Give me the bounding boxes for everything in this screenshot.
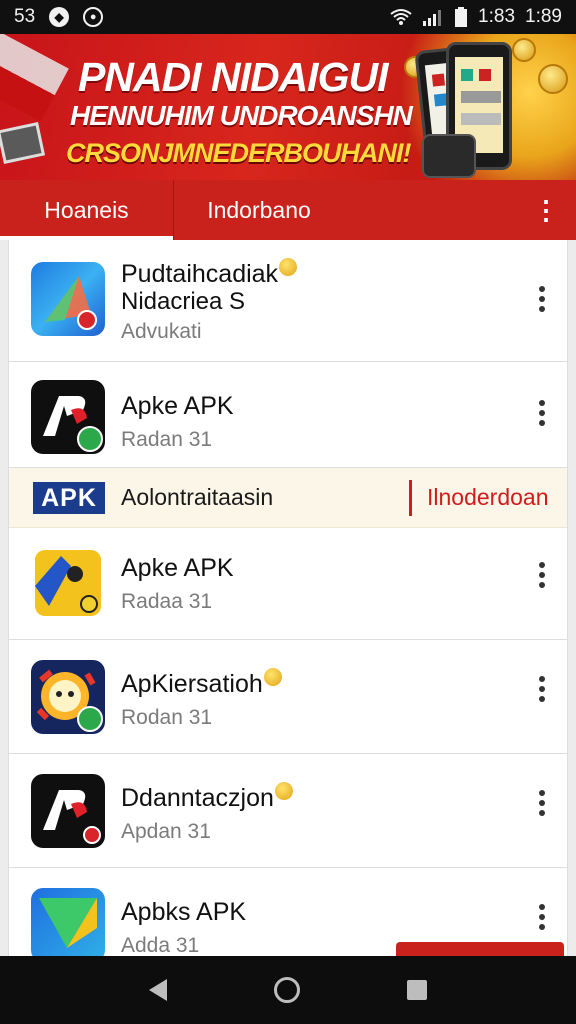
- app-subtitle: Radan 31: [121, 428, 213, 451]
- navigation-bar: [0, 956, 576, 1024]
- more-options-icon[interactable]: [535, 562, 549, 588]
- promo-cta-link[interactable]: Ilnoderdoan: [427, 484, 549, 511]
- promo-row[interactable]: APK Aolontraitaasin Ilnoderdoan: [9, 468, 567, 528]
- tab-indorbano[interactable]: Indorbano: [174, 180, 344, 240]
- emoji-icon: [274, 782, 293, 800]
- apk-badge: APK: [33, 482, 105, 514]
- list-item[interactable]: Apke APK Radan 31: [9, 362, 567, 468]
- app-subtitle: Adda 31: [121, 934, 200, 956]
- speaker-graphic: [422, 134, 476, 178]
- app-icon: [31, 660, 105, 734]
- promo-banner[interactable]: PNADI NIDAIGUI HENNUHIM UNDROANSHN CRSON…: [0, 34, 576, 180]
- wifi-icon: [390, 9, 412, 25]
- app-list: Pudtaihcadiak Nidacriea S Advukati Apke …: [8, 240, 568, 956]
- app-title: ApKiersatioh: [121, 668, 282, 699]
- banner-subheadline: HENNUHIM UNDROANSHN: [70, 100, 413, 131]
- more-options-icon[interactable]: [535, 400, 549, 426]
- status-time: 1:89: [525, 6, 562, 27]
- promo-text: Aolontraitaasin: [121, 484, 274, 510]
- coin-icon: [538, 64, 568, 94]
- app-title: Apke APK: [121, 554, 234, 582]
- recent-apps-icon[interactable]: [406, 980, 427, 1000]
- app-icon: [31, 546, 105, 620]
- back-icon[interactable]: [149, 979, 168, 1001]
- app-title: Apke APK: [121, 392, 234, 420]
- app-badge-icon: [77, 310, 97, 330]
- app-subtitle: Advukati: [121, 320, 202, 343]
- list-item[interactable]: Apke APK Radaa 31: [9, 528, 567, 640]
- app-title: Pudtaihcadiak: [121, 258, 298, 289]
- banner-headline: PNADI NIDAIGUI: [78, 54, 388, 100]
- status-bar: 53 ◆ ● 1:83 1:89: [0, 0, 576, 34]
- list-item[interactable]: Ddanntaczjon Apdan 31: [9, 754, 567, 868]
- app-icon: [31, 262, 105, 336]
- app-icon: [31, 888, 105, 956]
- battery-icon: [455, 7, 468, 27]
- promo-divider: [409, 480, 412, 516]
- more-options-icon[interactable]: [535, 676, 549, 702]
- app-subtitle: Rodan 31: [121, 706, 213, 729]
- banner-tagline: CRSONJMNEDERBOUHANI!: [66, 138, 412, 168]
- coin-icon: [512, 38, 536, 62]
- app-title: Apbks APK: [121, 898, 247, 926]
- status-date: 1:83: [478, 6, 516, 27]
- home-icon[interactable]: [273, 977, 300, 1003]
- emoji-icon: [263, 668, 282, 686]
- signal-icon: [423, 10, 442, 26]
- tab-home[interactable]: Hoaneis: [0, 180, 174, 240]
- app-screen: 53 ◆ ● 1:83 1:89 PNADI NIDAIGUI HENNUHIM…: [0, 0, 576, 1024]
- list-item[interactable]: ApKiersatioh Rodan 31: [9, 640, 567, 754]
- app-badge-icon: [77, 706, 103, 732]
- status-left-text: 53: [14, 6, 36, 27]
- emoji-icon: [279, 258, 298, 276]
- more-options-icon[interactable]: [535, 904, 549, 930]
- app-icon: [31, 380, 105, 454]
- app-badge-icon: [77, 426, 103, 452]
- more-options-icon[interactable]: [535, 790, 549, 816]
- more-options-icon[interactable]: [535, 286, 549, 312]
- app-title-line2: Nidacriea S: [121, 288, 246, 315]
- tab-bar: Hoaneis Indorbano ⋮: [0, 180, 576, 240]
- list-item[interactable]: Pudtaihcadiak Nidacriea S Advukati: [9, 240, 567, 362]
- notification-icon: ◆: [49, 7, 70, 27]
- app-subtitle: Apdan 31: [121, 820, 211, 843]
- app-title: Ddanntaczjon: [121, 782, 293, 813]
- overflow-menu-icon[interactable]: ⋮: [516, 180, 576, 240]
- flag-graphic: [0, 34, 69, 122]
- cash-graphic: [0, 122, 46, 164]
- app-subtitle: Radaa 31: [121, 590, 213, 613]
- app-icon: [31, 774, 105, 848]
- sync-icon: ●: [83, 7, 104, 27]
- app-badge-icon: [83, 826, 101, 844]
